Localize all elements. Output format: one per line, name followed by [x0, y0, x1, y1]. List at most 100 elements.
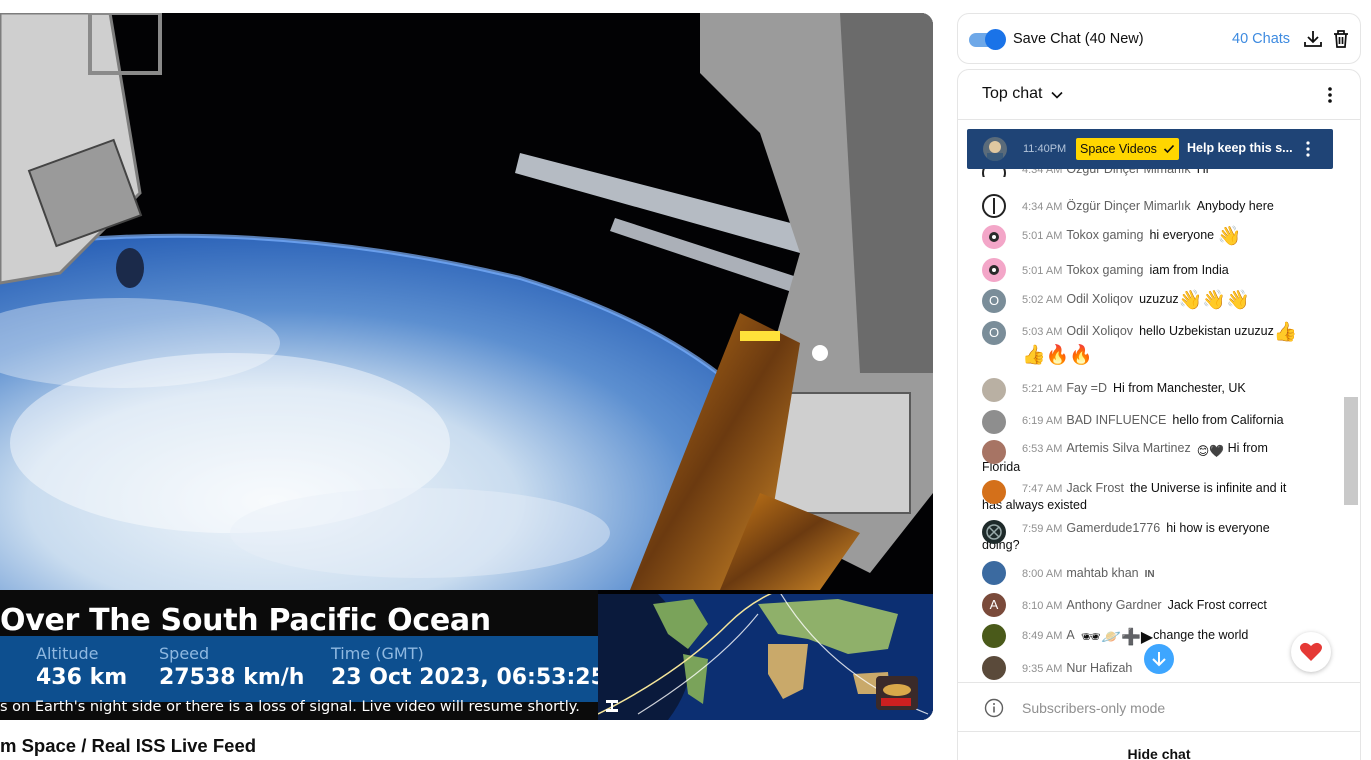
- avatar: [982, 410, 1006, 434]
- chat-message[interactable]: A 8:10 AM Anthony Gardner Jack Frost corre…: [982, 593, 1334, 617]
- subscribers-only-text: Subscribers-only mode: [1022, 700, 1166, 716]
- message-time: 8:00 AM: [1022, 568, 1063, 580]
- save-chat-bar: Save Chat (40 New) 40 Chats: [957, 13, 1361, 64]
- toggle-knob: [985, 29, 1006, 50]
- chat-footer: Subscribers-only mode: [958, 682, 1360, 730]
- message-author[interactable]: BAD INFLUENCE: [1066, 413, 1166, 427]
- message-text-continued: doing?: [982, 538, 1020, 552]
- chat-message[interactable]: 5:01 AM Tokox gaming iam from India: [982, 258, 1334, 282]
- avatar: [982, 440, 1006, 464]
- message-text: Anybody here: [1196, 199, 1274, 213]
- jump-to-bottom-button[interactable]: [1144, 644, 1174, 674]
- avatar: [983, 137, 1007, 161]
- message-text: Hi from: [1227, 441, 1268, 455]
- chat-header: Top chat: [958, 70, 1360, 120]
- chat-message[interactable]: 5:21 AM Fay =D Hi from Manchester, UK: [982, 378, 1334, 402]
- chat-message[interactable]: O 5:03 AM Odil Xoliqov hello Uzbekistan uz…: [982, 321, 1334, 366]
- message-author[interactable]: Tokox gaming: [1066, 228, 1143, 242]
- message-author[interactable]: Fay =D: [1066, 381, 1107, 395]
- time-label: Time (GMT): [331, 644, 424, 663]
- avatar: [982, 225, 1006, 249]
- message-time: 5:01 AM: [1022, 230, 1063, 242]
- speed-value: 27538 km/h: [159, 665, 305, 690]
- message-time: 9:35 AM: [1022, 663, 1063, 675]
- sticker-emojis: 🕶🪐➕▶: [1080, 627, 1154, 646]
- message-author[interactable]: mahtab khan: [1066, 566, 1138, 580]
- chat-scrollbar[interactable]: [1344, 397, 1358, 505]
- hide-chat-button[interactable]: Hide chat: [958, 731, 1360, 760]
- message-author[interactable]: Tokox gaming: [1066, 263, 1143, 277]
- country-flag-text: IN: [1144, 569, 1155, 580]
- message-text: hello from California: [1172, 413, 1284, 427]
- chat-message[interactable]: O 5:02 AM Odil Xoliqov uzuzuz👋👋👋: [982, 289, 1334, 313]
- heart-icon: [1300, 642, 1322, 661]
- message-time: 7:59 AM: [1022, 523, 1063, 535]
- save-chat-toggle[interactable]: [969, 28, 1006, 50]
- info-icon: [984, 698, 1004, 718]
- message-author[interactable]: Odil Xoliqov: [1066, 292, 1133, 306]
- time-value: 23 Oct 2023, 06:53:25: [331, 665, 606, 690]
- message-time: 5:01 AM: [1022, 265, 1063, 277]
- chevron-down-icon[interactable]: [1050, 88, 1064, 102]
- message-author[interactable]: Artemis Silva Martinez: [1066, 441, 1190, 455]
- message-text: hi everyone: [1149, 228, 1215, 242]
- message-text: iam from India: [1149, 263, 1229, 277]
- message-time: 5:02 AM: [1022, 294, 1063, 306]
- chat-message[interactable]: 5:01 AM Tokox gaming hi everyone 👋: [982, 225, 1334, 249]
- avatar: O: [982, 321, 1006, 345]
- message-author[interactable]: Jack Frost: [1066, 481, 1124, 495]
- speed-label: Speed: [159, 644, 210, 663]
- chat-message[interactable]: 6:19 AM BAD INFLUENCE hello from Californi…: [982, 410, 1334, 434]
- altitude-label: Altitude: [36, 644, 99, 663]
- owner-badge[interactable]: Space Videos: [1076, 138, 1179, 160]
- avatar: [982, 194, 1006, 218]
- avatar: [982, 378, 1006, 402]
- thumbs-up-emoji: 👍: [1273, 321, 1298, 343]
- wave-emoji: 👋👋👋: [1178, 289, 1250, 311]
- message-time: 8:10 AM: [1022, 600, 1063, 612]
- pinned-author: Space Videos: [1080, 142, 1157, 156]
- message-author[interactable]: Odil Xoliqov: [1066, 324, 1133, 338]
- top-chat-selector[interactable]: Top chat: [982, 85, 1042, 103]
- message-time: 5:21 AM: [1022, 383, 1063, 395]
- message-text-continued: Florida: [982, 460, 1021, 474]
- chat-message[interactable]: 7:59 AM Gamerdude1776 hi how is everyone d…: [982, 520, 1334, 553]
- avatar: [982, 656, 1006, 680]
- reaction-heart-button[interactable]: [1291, 632, 1331, 672]
- signal-notice: s on Earth's night side or there is a lo…: [0, 699, 580, 715]
- avatar: [982, 561, 1006, 585]
- message-author[interactable]: Anthony Gardner: [1066, 598, 1161, 612]
- message-author[interactable]: Gamerdude1776: [1066, 521, 1160, 535]
- trash-icon[interactable]: [1330, 28, 1352, 50]
- video-player[interactable]: Over The South Pacific Ocean Altitude 43…: [0, 13, 933, 720]
- more-options-icon[interactable]: [1320, 84, 1340, 106]
- location-title: Over The South Pacific Ocean: [0, 603, 491, 638]
- download-icon[interactable]: [1302, 28, 1324, 50]
- page: Over The South Pacific Ocean Altitude 43…: [0, 0, 1371, 760]
- chat-message[interactable]: 8:00 AM mahtab khan IN: [982, 561, 1334, 585]
- message-author[interactable]: A: [1066, 628, 1074, 642]
- message-text: the Universe is infinite and it: [1130, 481, 1287, 495]
- arrow-down-icon: [1152, 652, 1166, 667]
- avatar: [982, 624, 1006, 648]
- message-text: Jack Frost correct: [1167, 598, 1267, 612]
- fire-emoji: 👍🔥🔥: [1022, 344, 1093, 366]
- chat-message[interactable]: 8:49 AM A 🕶🪐➕▶change the world: [982, 624, 1334, 648]
- wave-emoji: 👋: [1217, 225, 1242, 247]
- chats-count-link[interactable]: 40 Chats: [1232, 31, 1290, 47]
- avatar: A: [982, 593, 1006, 617]
- chat-message[interactable]: 7:47 AM Jack Frost the Universe is infinit…: [982, 480, 1334, 513]
- chat-message[interactable]: 4:34 AM Özgür Dinçer Mimarlık Anybody here: [982, 194, 1334, 218]
- message-text: Hi from Manchester, UK: [1113, 381, 1246, 395]
- pinned-message[interactable]: 11:40PM Space Videos Help keep this s...: [967, 129, 1333, 169]
- message-author[interactable]: Özgür Dinçer Mimarlık: [1066, 199, 1190, 213]
- pinned-text: Help keep this s...: [1187, 141, 1293, 155]
- message-text: hi how is everyone: [1166, 521, 1270, 535]
- satellite-icon: [606, 700, 618, 712]
- pinned-more-icon[interactable]: [1301, 139, 1315, 159]
- message-author[interactable]: Nur Hafizah: [1066, 661, 1132, 675]
- message-time: 6:19 AM: [1022, 415, 1063, 427]
- message-time: 8:49 AM: [1022, 630, 1063, 642]
- chat-message[interactable]: 6:53 AM Artemis Silva Martinez 😊🖤 Hi from …: [982, 440, 1334, 475]
- save-chat-label: Save Chat (40 New): [1013, 31, 1144, 47]
